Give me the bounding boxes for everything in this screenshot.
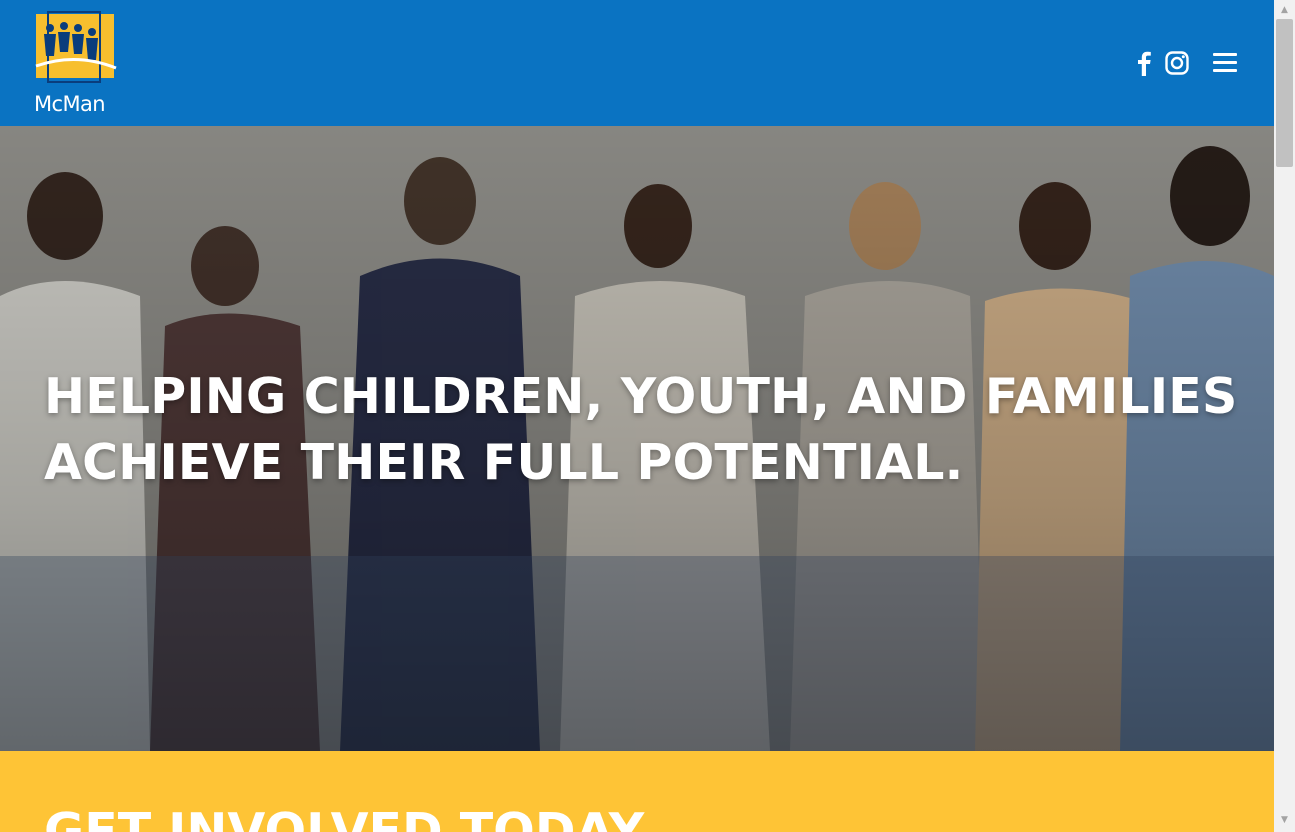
hero-banner: HELPING CHILDREN, YOUTH, AND FAMILIES AC… [0, 126, 1274, 751]
scroll-up-icon[interactable]: ▲ [1274, 2, 1295, 19]
logo-text: McMan [34, 92, 106, 116]
get-involved-section: GET INVOLVED TODAY [0, 751, 1274, 832]
logo-emblem-icon [35, 11, 117, 83]
site-header: McMan [0, 0, 1274, 126]
facebook-icon[interactable] [1134, 50, 1154, 80]
instagram-icon[interactable] [1164, 50, 1190, 80]
get-involved-heading: GET INVOLVED TODAY [44, 803, 645, 832]
hero-headline: HELPING CHILDREN, YOUTH, AND FAMILIES AC… [44, 368, 1238, 491]
scrollbar-thumb[interactable] [1276, 19, 1293, 167]
mcman-logo[interactable]: McMan [30, 8, 122, 120]
scroll-down-icon[interactable]: ▼ [1274, 812, 1295, 829]
hamburger-menu-icon[interactable] [1210, 50, 1240, 76]
page-scrollbar[interactable]: ▲ ▼ [1274, 0, 1295, 832]
